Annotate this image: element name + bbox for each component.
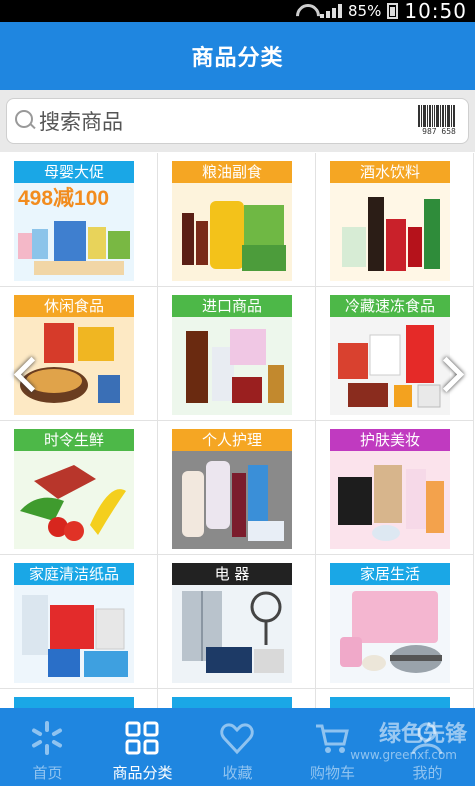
grain-oil-image	[172, 183, 292, 281]
category-label: 电 器	[172, 563, 292, 585]
tab-label: 首页	[32, 764, 63, 782]
category-cell[interactable]	[316, 689, 474, 708]
watermark-url: www.greenxf.com	[350, 748, 457, 762]
tab-label: 购物车	[309, 764, 355, 782]
tab-home[interactable]: 首页	[0, 708, 95, 786]
wifi-icon	[296, 4, 314, 18]
tab-label: 收藏	[222, 764, 253, 782]
drinks-image	[330, 183, 450, 281]
category-label: 时令生鲜	[14, 429, 134, 451]
signal-icon	[320, 4, 343, 18]
cart-icon	[316, 724, 349, 753]
category-label: 家庭清洁纸品	[14, 563, 134, 585]
category-cell[interactable]: 时令生鲜	[0, 421, 158, 555]
grid-icon	[125, 721, 159, 755]
category-card-fresh[interactable]: 时令生鲜	[14, 429, 134, 549]
search-icon	[15, 110, 37, 132]
category-cell[interactable]: 护肤美妆	[316, 421, 474, 555]
category-label: 家居生活	[330, 563, 450, 585]
tab-favorites[interactable]: 收藏	[190, 708, 285, 786]
category-label: 酒水饮料	[330, 161, 450, 183]
appliances-image	[172, 585, 292, 683]
tab-label: 商品分类	[112, 764, 173, 782]
promo-text: 498减100	[18, 186, 109, 210]
category-card-baby[interactable]: 母婴大促 498减100	[14, 161, 134, 281]
category-label	[330, 697, 450, 708]
skincare-image	[330, 451, 450, 549]
category-card-partial[interactable]	[14, 697, 134, 708]
barcode-number: 987 658	[422, 127, 456, 136]
category-label: 护肤美妆	[330, 429, 450, 451]
category-card-grain-oil[interactable]: 粮油副食	[172, 161, 292, 281]
personal-care-image	[172, 451, 292, 549]
search-area: 搜索商品 987 658	[0, 90, 475, 152]
category-cell[interactable]: 家庭清洁纸品	[0, 555, 158, 689]
walmart-spark-icon	[32, 721, 62, 755]
category-label: 休闲食品	[14, 295, 134, 317]
tab-cart[interactable]: 购物车	[285, 708, 380, 786]
category-card-partial[interactable]	[330, 697, 450, 708]
fresh-produce-image	[14, 451, 134, 549]
cleaning-paper-image	[14, 585, 134, 683]
status-time: 10:50	[404, 0, 467, 23]
search-placeholder: 搜索商品	[39, 110, 123, 134]
title-bar: 商品分类	[0, 22, 475, 90]
category-card-partial[interactable]	[172, 697, 292, 708]
category-card-appliances[interactable]: 电 器	[172, 563, 292, 683]
category-cell[interactable]: 进口商品	[158, 287, 316, 421]
category-label: 冷藏速冻食品	[330, 295, 450, 317]
search-input[interactable]: 搜索商品 987 658	[6, 98, 469, 144]
category-card-home[interactable]: 家居生活	[330, 563, 450, 683]
category-card-frozen[interactable]: 冷藏速冻食品	[330, 295, 450, 415]
heart-icon	[220, 723, 254, 755]
category-cell[interactable]: 电 器	[158, 555, 316, 689]
category-cell[interactable]: 个人护理	[158, 421, 316, 555]
category-cell[interactable]: 酒水饮料	[316, 153, 474, 287]
chevron-right-icon[interactable]	[432, 358, 466, 392]
imported-goods-image	[172, 317, 292, 415]
category-label: 进口商品	[172, 295, 292, 317]
category-cell[interactable]: 母婴大促 498减100	[0, 153, 158, 287]
home-living-image	[330, 585, 450, 683]
category-cell[interactable]	[0, 689, 158, 708]
battery-percent: 85%	[348, 2, 382, 20]
category-card-personal-care[interactable]: 个人护理	[172, 429, 292, 549]
category-label	[14, 697, 134, 708]
category-label: 个人护理	[172, 429, 292, 451]
battery-icon	[387, 3, 399, 19]
status-bar: 85% 10:50	[0, 0, 475, 23]
category-cell[interactable]	[158, 689, 316, 708]
category-cell[interactable]: 冷藏速冻食品	[316, 287, 474, 421]
category-card-cleaning[interactable]: 家庭清洁纸品	[14, 563, 134, 683]
category-label	[172, 697, 292, 708]
category-cell[interactable]: 粮油副食	[158, 153, 316, 287]
page-title: 商品分类	[191, 46, 284, 71]
watermark-text: 绿色先锋	[378, 722, 467, 747]
category-label: 粮油副食	[172, 161, 292, 183]
barcode-scan-icon[interactable]: 987 658	[418, 105, 460, 139]
category-grid: 母婴大促 498减100 粮油副食 酒水饮料 休闲食品 进口商品 冷藏速冻食品 …	[0, 153, 475, 708]
category-label: 母婴大促	[14, 161, 134, 183]
baby-products-image: 498减100	[14, 183, 134, 281]
chevron-left-icon[interactable]	[10, 358, 44, 392]
tab-categories[interactable]: 商品分类	[95, 708, 190, 786]
category-card-drinks[interactable]: 酒水饮料	[330, 161, 450, 281]
category-card-snacks[interactable]: 休闲食品	[14, 295, 134, 415]
category-cell[interactable]: 家居生活	[316, 555, 474, 689]
tab-label: 我的	[412, 764, 443, 782]
category-card-beauty[interactable]: 护肤美妆	[330, 429, 450, 549]
category-cell[interactable]: 休闲食品	[0, 287, 158, 421]
category-card-imported[interactable]: 进口商品	[172, 295, 292, 415]
